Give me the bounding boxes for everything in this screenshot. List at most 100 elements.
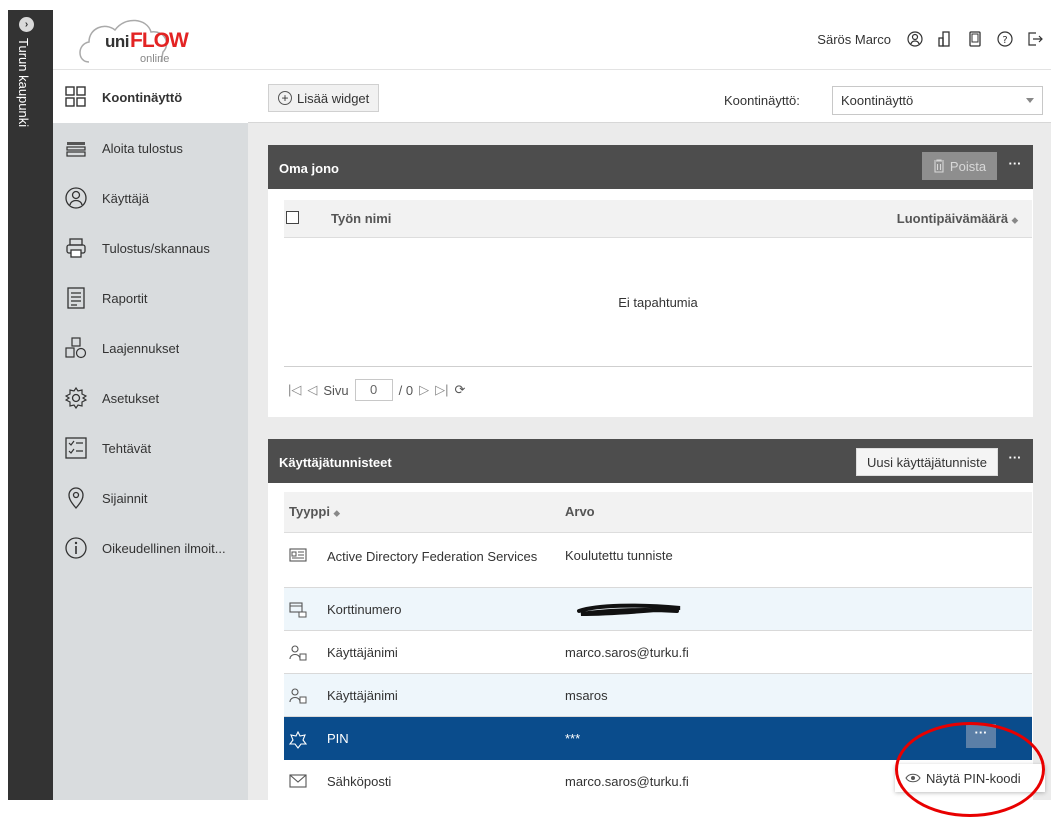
dashboard-icon [65,86,87,108]
sidebar-item-dashboard[interactable]: Koontinäyttö [53,71,248,123]
identifiers-table: Tyyppi ⬥ Arvo Active Directory Federatio… [284,492,1032,800]
phone-icon[interactable] [967,31,983,47]
user-icon [65,187,87,209]
eye-icon [905,773,921,783]
row-type: Käyttäjänimi [327,687,398,703]
row-more-button[interactable]: ··· [966,723,996,748]
page-total: / 0 [398,382,414,398]
dashboard-select-value: Koontinäyttö [841,93,914,108]
sort-icon: ⬥ [333,508,340,519]
logo-online: online [140,53,170,65]
queue-more-button[interactable]: ··· [1005,157,1025,177]
help-icon[interactable]: ? [997,31,1013,47]
sort-icon: ⬥ [1011,215,1018,225]
column-type[interactable]: Tyyppi ⬥ [284,492,560,533]
user-area: Särös Marco ? [817,31,1043,47]
identifiers-more-button[interactable]: ··· [1005,451,1025,471]
new-identifier-button[interactable]: Uusi käyttäjätunniste [856,448,998,476]
show-pin-menu-item[interactable]: Näytä PIN-koodi [895,764,1045,792]
logo-uni: uni [105,32,130,51]
row-value: marco.saros@turku.fi [560,630,1032,674]
card-lock-icon [289,601,309,621]
row-type: Korttinumero [327,601,402,617]
sidebar-item-locations[interactable]: Sijainnit [53,473,248,523]
org-name: Turun kaupunki [16,38,31,128]
row-value: *** [565,730,581,746]
empty-state-text: Ei tapahtumia [284,239,1032,367]
user-lock-icon [289,687,309,707]
envelope-icon [289,773,309,791]
refresh-icon[interactable]: ⟳ [455,382,466,398]
chevron-down-icon [1026,98,1034,103]
first-page-icon[interactable]: |◁ [288,382,301,398]
sidebar-item-label: Raportit [102,290,148,306]
prev-page-icon[interactable]: ◁ [307,382,317,398]
sidebar-item-label: Asetukset [102,390,160,406]
gear-icon [65,387,87,409]
sidebar-item-extensions[interactable]: Laajennukset [53,323,248,373]
table-row[interactable]: Käyttäjänimi marco.saros@turku.fi [284,630,1032,674]
column-type-label: Tyyppi [289,504,330,520]
row-type: Active Directory Federation Services [327,548,538,564]
column-created-date-label: Luontipäivämäärä [896,211,1009,226]
queue-panel: Oma jono Poista ··· Työn nimi Luontipäiv… [268,145,1033,417]
row-type: Sähköposti [327,773,392,789]
main-content: + Lisää widget Koontinäyttö: Koontinäytt… [248,71,1051,800]
sidebar-item-user[interactable]: Käyttäjä [53,173,248,223]
user-name[interactable]: Särös Marco [817,32,891,47]
svg-text:?: ? [1002,35,1007,46]
sidebar: Koontinäyttö Aloita tulostus Käyttäjä Tu… [53,71,248,800]
dashboard-select[interactable]: Koontinäyttö [832,86,1043,115]
chevron-right-icon[interactable]: › [19,17,34,32]
redaction-mark [577,603,681,616]
org-rail: › Turun kaupunki [8,10,53,800]
delete-button[interactable]: Poista [922,152,997,180]
next-page-icon[interactable]: ▷ [419,382,429,398]
plus-icon: + [278,91,292,105]
user-circle-icon[interactable] [907,31,923,47]
sidebar-item-print-scan[interactable]: Tulostus/skannaus [53,223,248,273]
table-header-row: Tyyppi ⬥ Arvo [284,492,1032,533]
sidebar-item-label: Laajennukset [102,340,180,356]
sidebar-item-legal[interactable]: Oikeudellinen ilmoit... [53,523,248,573]
uniflow-logo[interactable]: uni FLOW online [75,12,189,66]
dashboard-toolbar: + Lisää widget Koontinäyttö: Koontinäytt… [248,71,1051,123]
sidebar-item-label: Oikeudellinen ilmoit... [102,540,226,556]
sidebar-item-label: Tehtävät [102,440,152,456]
logo-flow: FLOW [130,29,189,52]
show-pin-label: Näytä PIN-koodi [926,770,1021,786]
page-label: Sivu [323,382,349,398]
identifiers-panel-header: Käyttäjätunnisteet Uusi käyttäjätunniste… [268,439,1033,483]
table-row[interactable]: Käyttäjänimi msaros [284,673,1032,717]
trash-icon [933,159,944,173]
select-all-checkbox[interactable] [286,211,299,224]
table-row[interactable]: Active Directory Federation Services Kou… [284,532,1032,588]
identifiers-panel: Käyttäjätunnisteet Uusi käyttäjätunniste… [268,439,1033,800]
queue-table-header: Työn nimi Luontipäivämäärä ⬥ [284,200,1032,238]
table-row-selected[interactable]: PIN *** ··· [284,716,1032,760]
sidebar-item-label: Aloita tulostus [102,140,183,156]
page-number-input[interactable]: 0 [354,379,393,401]
tasks-icon [65,437,87,459]
add-widget-button[interactable]: + Lisää widget [268,84,380,112]
device-icon[interactable] [937,31,953,47]
delete-button-label: Poista [949,158,987,174]
location-icon [65,487,87,509]
column-job-name[interactable]: Työn nimi [331,211,391,226]
last-page-icon[interactable]: ▷| [435,382,448,398]
sidebar-item-label: Tulostus/skannaus [102,240,210,256]
printer-icon [65,237,87,259]
sidebar-item-label: Käyttäjä [102,190,149,206]
column-value[interactable]: Arvo [560,492,1032,533]
row-type: Käyttäjänimi [327,644,398,660]
sidebar-item-reports[interactable]: Raportit [53,273,248,323]
sidebar-item-label: Sijainnit [102,490,148,506]
sidebar-item-settings[interactable]: Asetukset [53,373,248,423]
report-icon [65,287,87,309]
header: uni FLOW online Särös Marco ? [53,10,1051,70]
logout-icon[interactable] [1027,31,1043,47]
sidebar-item-start-print[interactable]: Aloita tulostus [53,123,248,173]
add-widget-label: Lisää widget [297,90,370,106]
column-created-date[interactable]: Luontipäivämäärä ⬥ [897,211,1018,226]
sidebar-item-tasks[interactable]: Tehtävät [53,423,248,473]
